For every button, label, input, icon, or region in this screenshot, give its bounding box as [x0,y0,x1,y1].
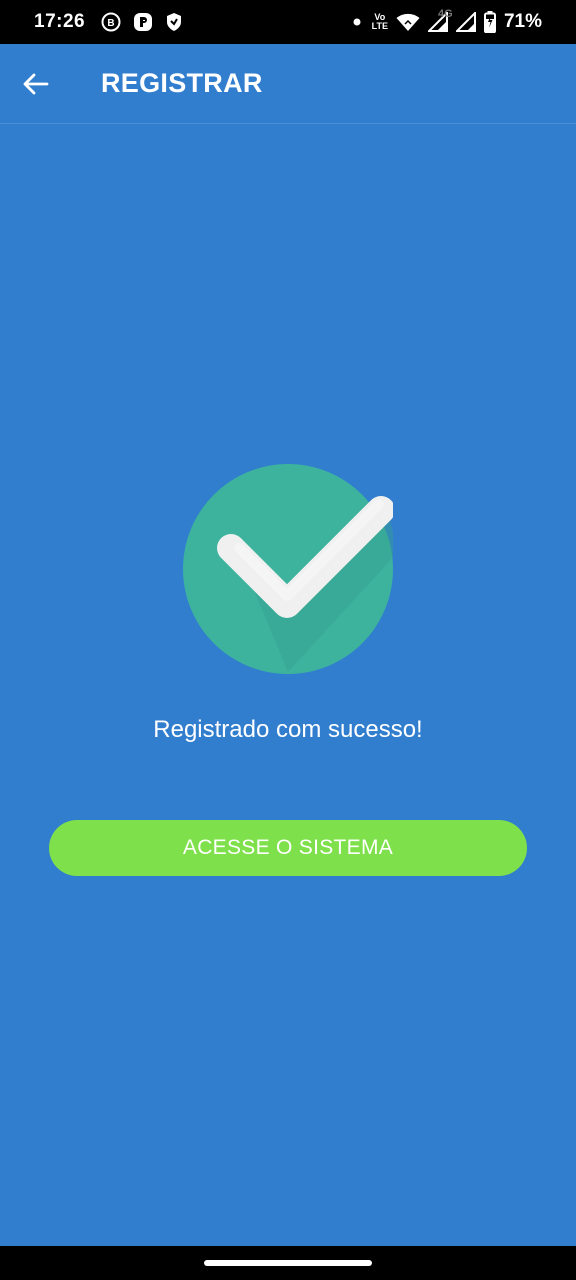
network-type-label: 4G [437,8,453,20]
volte-bottom-label: LTE [371,21,388,31]
p-square-icon [133,12,153,32]
page-title: REGISTRAR [101,68,263,98]
app-bar: REGISTRAR [0,44,576,124]
battery-percent: 71% [503,11,542,32]
screen: 17:26 B Vo LTE 4G 71% REGISTRAR Registra… [0,0,576,1280]
volte-icon: Vo LTE [372,13,388,31]
navigation-bar [0,1246,576,1280]
status-bar: 17:26 B Vo LTE 4G 71% [0,0,576,44]
back-button[interactable] [16,64,56,104]
access-system-button[interactable]: ACESSE O SISTEMA [49,820,527,876]
svg-text:B: B [107,18,114,29]
status-left: 17:26 B [34,11,183,33]
shield-icon [165,12,183,32]
arrow-left-icon [23,73,49,94]
battery-charging-icon [483,11,496,33]
signal-4g-icon: 4G [438,8,476,32]
b-circle-icon: B [101,12,121,32]
wifi-icon [396,12,420,32]
dot-icon [350,15,364,29]
check-circle-icon [183,464,398,674]
home-indicator[interactable] [204,1260,372,1266]
success-message: Registrado com sucesso! [153,716,423,743]
status-time: 17:26 [34,11,86,32]
status-right: Vo LTE 4G 71% [350,8,542,33]
